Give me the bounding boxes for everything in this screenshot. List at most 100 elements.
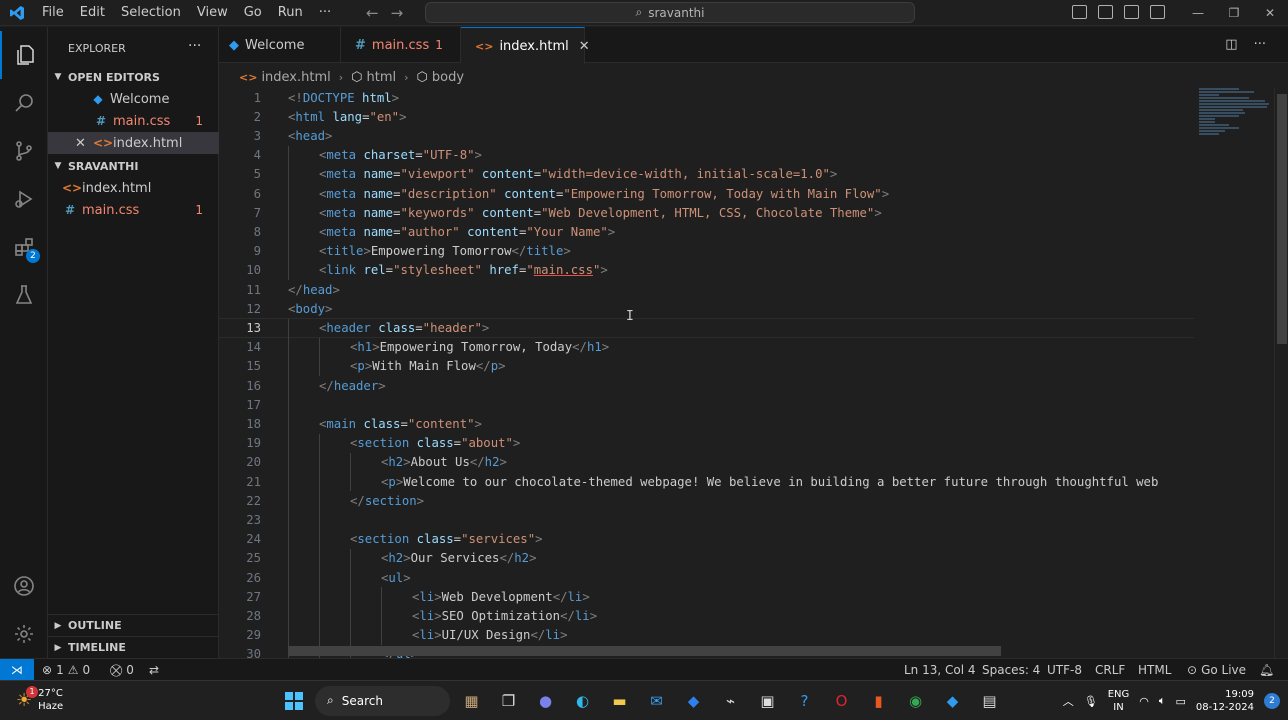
code-line[interactable]: 17 xyxy=(219,395,1194,415)
cursor-position[interactable]: Ln 13, Col 4 xyxy=(904,659,976,681)
menu-file[interactable]: File xyxy=(34,5,72,20)
start-windows-icon[interactable] xyxy=(278,685,309,716)
close-icon[interactable]: ✕ xyxy=(579,39,590,54)
menu-more[interactable]: ··· xyxy=(311,5,339,20)
indentation[interactable]: Spaces: 4 xyxy=(982,659,1040,681)
toggle-panel-icon[interactable] xyxy=(1098,5,1113,19)
weather-widget[interactable]: ☀ 1 27°C Haze xyxy=(16,685,63,713)
file-main-css[interactable]: # main.css 1 xyxy=(48,199,219,221)
minimap[interactable] xyxy=(1199,88,1271,148)
code-editor[interactable]: 1 <!DOCTYPE html> 2 <html lang="en"> 3 <head>… xyxy=(219,88,1288,658)
chrome-icon[interactable]: ◉ xyxy=(900,685,931,716)
office-icon[interactable]: ▮ xyxy=(863,685,894,716)
open-editors-header[interactable]: ▼ OPEN EDITORS xyxy=(48,66,219,88)
code-line[interactable]: 21 <p>Welcome to our chocolate-themed web… xyxy=(219,472,1194,492)
language-indicator[interactable]: ENG IN xyxy=(1108,688,1130,714)
menu-view[interactable]: View xyxy=(189,5,236,20)
file-index-html[interactable]: <> index.html xyxy=(48,177,219,199)
more-actions-icon[interactable]: ··· xyxy=(1254,37,1266,52)
problems-status[interactable]: ⊗ 1 ⚠ 0 xyxy=(42,659,90,681)
run-debug-icon[interactable] xyxy=(0,175,48,223)
code-line[interactable]: 7 <meta name="keywords" content="Web Deve… xyxy=(219,203,1194,223)
open-editor-welcome[interactable]: ◆ Welcome xyxy=(48,88,219,110)
code-line[interactable]: 3 <head> xyxy=(219,126,1194,145)
task-view-icon[interactable]: ❐ xyxy=(493,685,524,716)
source-control-icon[interactable] xyxy=(0,127,48,175)
settings-gear-icon[interactable] xyxy=(0,610,48,658)
forward-arrow-icon[interactable]: → xyxy=(391,4,404,22)
tab-main-css[interactable]: # main.css 1 xyxy=(341,27,461,63)
breadcrumb-html[interactable]: html xyxy=(367,70,397,85)
code-line[interactable]: 25 <h2>Our Services</h2> xyxy=(219,548,1194,568)
split-editor-icon[interactable]: ◫ xyxy=(1225,37,1237,52)
menu-go[interactable]: Go xyxy=(236,5,270,20)
remote-icon[interactable]: ⋊ xyxy=(0,659,34,681)
search-icon[interactable] xyxy=(0,79,48,127)
clock[interactable]: 19:09 08-12-2024 xyxy=(1196,688,1254,714)
encoding[interactable]: UTF-8 xyxy=(1047,659,1082,681)
breadcrumb-file[interactable]: index.html xyxy=(261,70,330,85)
menu-selection[interactable]: Selection xyxy=(113,5,189,20)
code-line[interactable]: 9 <title>Empowering Tomorrow</title> xyxy=(219,241,1194,261)
file-explorer-icon[interactable]: ▬ xyxy=(604,685,635,716)
code-line[interactable]: 6 <meta name="description" content="Empow… xyxy=(219,184,1194,204)
opera-icon[interactable]: O xyxy=(826,685,857,716)
dropbox-icon[interactable]: ◆ xyxy=(678,685,709,716)
extensions-icon[interactable]: 2 xyxy=(0,223,48,271)
code-line[interactable]: 26 <ul> xyxy=(219,568,1194,588)
command-center-search[interactable]: ⌕ sravanthi xyxy=(425,2,915,23)
chevron-up-icon[interactable]: ︿ xyxy=(1063,693,1074,709)
microphone-icon[interactable]: 🎙︎ xyxy=(1084,695,1098,708)
code-line[interactable]: 5 <meta name="viewport" content="width=de… xyxy=(219,164,1194,184)
notifications-bell-icon[interactable]: 🔔︎ xyxy=(1259,659,1274,681)
edge-browser-icon[interactable]: ◐ xyxy=(567,685,598,716)
live-share-icon[interactable]: ⇄ xyxy=(149,659,159,681)
menu-run[interactable]: Run xyxy=(270,5,311,20)
taskbar-search[interactable]: ⌕ Search xyxy=(315,685,450,716)
code-line[interactable]: 2 <html lang="en"> xyxy=(219,107,1194,126)
vertical-scrollbar[interactable] xyxy=(1274,88,1288,658)
back-arrow-icon[interactable]: ← xyxy=(366,4,379,22)
code-line[interactable]: 4 <meta charset="UTF-8"> xyxy=(219,145,1194,165)
testing-icon[interactable] xyxy=(0,271,48,319)
explorer-icon[interactable] xyxy=(0,31,48,79)
close-window-icon[interactable]: ✕ xyxy=(1252,0,1288,26)
battery-icon[interactable]: ▭ xyxy=(1175,695,1185,708)
wifi-icon[interactable]: ◠ xyxy=(1139,695,1149,708)
close-icon[interactable]: ✕ xyxy=(75,136,86,151)
account-icon[interactable] xyxy=(0,562,48,610)
outline-section[interactable]: ▶ OUTLINE xyxy=(48,614,219,636)
teams-chat-icon[interactable]: ● xyxy=(530,685,561,716)
widgets-icon[interactable]: ▦ xyxy=(456,685,487,716)
folder-header[interactable]: ▼ SRAVANTHI xyxy=(48,155,219,177)
notification-badge[interactable]: 2 xyxy=(1264,693,1280,709)
code-line[interactable]: 11 </head> xyxy=(219,280,1194,299)
scrollbar-thumb[interactable] xyxy=(1277,94,1287,344)
code-line[interactable]: 10 <link rel="stylesheet" href="main.css"… xyxy=(219,260,1194,280)
vscode-alt-icon[interactable]: ⌁ xyxy=(715,685,746,716)
code-line[interactable]: 16 </header> xyxy=(219,376,1194,396)
volume-icon[interactable]: 🔈︎ xyxy=(1159,694,1166,708)
tab-welcome[interactable]: ◆ Welcome xyxy=(219,27,341,63)
toggle-sidebar-icon[interactable] xyxy=(1072,5,1087,19)
code-line[interactable]: 8 <meta name="author" content="Your Name"… xyxy=(219,222,1194,242)
language-mode[interactable]: HTML xyxy=(1138,659,1171,681)
timeline-section[interactable]: ▶ TIMELINE xyxy=(48,636,219,658)
vscode-taskbar-icon[interactable]: ◆ xyxy=(937,685,968,716)
more-actions-icon[interactable]: ··· xyxy=(188,38,201,54)
notepad-icon[interactable]: ▤ xyxy=(974,685,1005,716)
code-line[interactable]: 20 <h2>About Us</h2> xyxy=(219,452,1194,472)
code-line[interactable]: 1 <!DOCTYPE html> xyxy=(219,88,1194,107)
customize-layout-icon[interactable] xyxy=(1150,5,1165,19)
go-live-button[interactable]: ⊙ Go Live xyxy=(1187,659,1246,681)
code-line[interactable]: 15 <p>With Main Flow</p> xyxy=(219,356,1194,376)
store-icon[interactable]: ▣ xyxy=(752,685,783,716)
tab-index-html[interactable]: <> index.html ✕ xyxy=(461,27,590,64)
code-line[interactable]: 28 <li>SEO Optimization</li> xyxy=(219,606,1194,626)
menu-edit[interactable]: Edit xyxy=(72,5,113,20)
end-of-line[interactable]: CRLF xyxy=(1095,659,1125,681)
code-line[interactable]: 27 <li>Web Development</li> xyxy=(219,587,1194,607)
horizontal-scrollbar[interactable] xyxy=(288,646,1001,656)
ports-status[interactable]: ⛒ 0 xyxy=(110,659,134,681)
open-editor-main-css[interactable]: # main.css 1 xyxy=(48,110,219,132)
